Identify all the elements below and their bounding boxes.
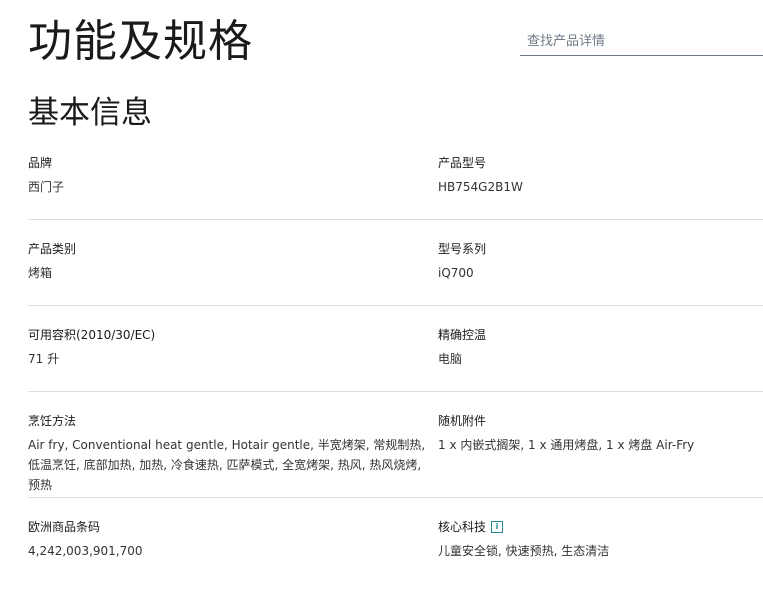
spec-label: 可用容积(2010/30/EC) [28, 328, 156, 342]
spec-value: 烤箱 [28, 266, 53, 280]
section-title: 基本信息 [28, 95, 152, 131]
spec-label: 品牌 [28, 156, 53, 170]
search-input[interactable] [527, 30, 753, 52]
spec-item-category: 产品类别 烤箱 [28, 234, 428, 283]
spec-item-capacity: 可用容积(2010/30/EC) 71 升 [28, 320, 428, 369]
spec-value: 71 升 [28, 352, 60, 366]
spec-value: 电脑 [438, 352, 463, 366]
search-box[interactable] [520, 26, 763, 56]
spec-value: 儿童安全锁, 快速预热, 生态清洁 [438, 544, 610, 558]
spec-label: 随机附件 [438, 414, 487, 428]
page: 功能及规格 基本信息 品牌 西门子 产品型号 HB754G2B1W 产品类别 烤… [28, 0, 763, 558]
spec-label: 欧洲商品条码 [28, 520, 101, 534]
spec-item-ean: 欧洲商品条码 4,242,003,901,700 [28, 512, 428, 561]
spec-item-accessories: 随机附件 1 x 内嵌式搁架, 1 x 通用烤盘, 1 x 烤盘 Air-Fry [438, 406, 763, 455]
spec-item-brand: 品牌 西门子 [28, 148, 428, 197]
spec-value: Air fry, Conventional heat gentle, Hotai… [28, 438, 426, 492]
spec-label-row: 核心科技 i [438, 519, 763, 535]
spec-label: 型号系列 [438, 242, 487, 256]
spec-item-temp-control: 精确控温 电脑 [438, 320, 763, 369]
spec-label: 核心科技 [438, 520, 487, 534]
spec-row: 欧洲商品条码 4,242,003,901,700 核心科技 i 儿童安全锁, 快… [28, 498, 763, 578]
spec-label: 产品类别 [28, 242, 77, 256]
spec-label: 精确控温 [438, 328, 487, 342]
spec-item-core-tech: 核心科技 i 儿童安全锁, 快速预热, 生态清洁 [438, 512, 763, 561]
spec-label: 产品型号 [438, 156, 487, 170]
spec-value: iQ700 [438, 266, 474, 280]
spec-grid: 品牌 西门子 产品型号 HB754G2B1W 产品类别 烤箱 型号系列 iQ70… [28, 148, 763, 578]
spec-value: 西门子 [28, 180, 65, 194]
spec-value: 1 x 内嵌式搁架, 1 x 通用烤盘, 1 x 烤盘 Air-Fry [438, 438, 695, 452]
spec-row: 可用容积(2010/30/EC) 71 升 精确控温 电脑 [28, 306, 763, 392]
spec-value: 4,242,003,901,700 [28, 544, 143, 558]
page-title: 功能及规格 [28, 16, 253, 67]
info-icon[interactable]: i [491, 521, 504, 533]
spec-item-cooking-methods: 烹饪方法 Air fry, Conventional heat gentle, … [28, 406, 428, 495]
spec-item-series: 型号系列 iQ700 [438, 234, 763, 283]
spec-row: 产品类别 烤箱 型号系列 iQ700 [28, 220, 763, 306]
spec-value: HB754G2B1W [438, 180, 523, 194]
header: 功能及规格 [28, 0, 763, 80]
spec-label: 烹饪方法 [28, 414, 77, 428]
spec-row: 品牌 西门子 产品型号 HB754G2B1W [28, 148, 763, 220]
spec-item-model: 产品型号 HB754G2B1W [438, 148, 763, 197]
spec-row: 烹饪方法 Air fry, Conventional heat gentle, … [28, 392, 763, 498]
